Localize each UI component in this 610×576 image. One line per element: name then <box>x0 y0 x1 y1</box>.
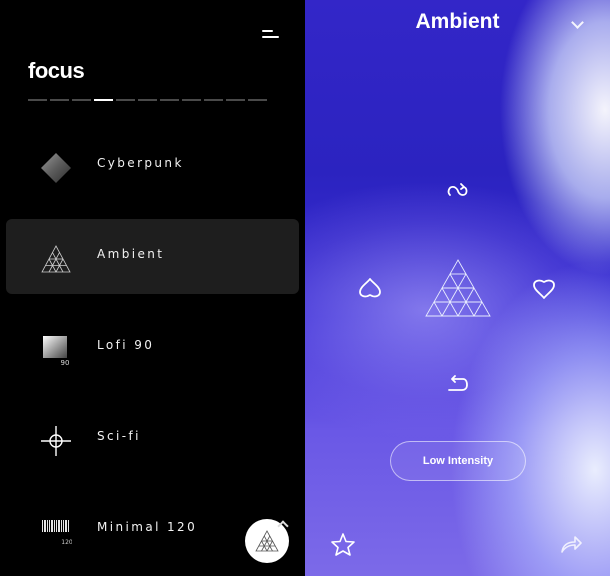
loop-next-icon[interactable] <box>446 181 470 201</box>
menu-icon[interactable] <box>262 28 280 40</box>
sound-item-ambient[interactable]: Ambient <box>6 219 299 294</box>
sound-list-panel: focus Cyberpunk Ambient 90 Lofi 90 Sci-f… <box>0 0 305 576</box>
diamond-icon <box>40 152 72 184</box>
progress-segment <box>204 99 223 101</box>
share-icon[interactable] <box>560 534 582 554</box>
barcode-icon: 120 <box>40 516 73 548</box>
sound-item-label: Minimal 120 <box>97 520 198 534</box>
progress-segment <box>226 99 245 101</box>
sound-item-cyberpunk[interactable]: Cyberpunk <box>6 128 299 203</box>
intensity-button[interactable]: Low Intensity <box>390 441 526 481</box>
progress-segment <box>182 99 201 101</box>
app-logo: focus <box>28 58 85 83</box>
icon-caption: 90 <box>61 359 70 366</box>
sound-list: Cyberpunk Ambient 90 Lofi 90 Sci-fi 120 … <box>6 128 299 576</box>
sound-item-label: Lofi 90 <box>97 338 155 352</box>
lofi-noise-icon: 90 <box>40 334 72 367</box>
sound-item-label: Cyberpunk <box>97 156 184 170</box>
sound-item-label: Sci-fi <box>97 429 141 443</box>
progress-segment-active <box>94 99 113 101</box>
pyramid-mesh-icon <box>255 530 279 552</box>
progress-segment <box>248 99 267 101</box>
pyramid-mesh-icon <box>40 243 72 275</box>
progress-segment <box>116 99 135 101</box>
crosshair-icon <box>40 425 72 457</box>
now-playing-title: Ambient <box>415 10 500 33</box>
app: focus Cyberpunk Ambient 90 Lofi 90 Sci-f… <box>0 0 610 576</box>
sound-item-lofi-90[interactable]: 90 Lofi 90 <box>6 310 299 385</box>
progress-indicator <box>28 99 267 101</box>
pyramid-mesh-art <box>425 259 491 317</box>
now-playing-panel: Ambient Low Intensity <box>305 0 610 576</box>
heart-icon[interactable] <box>532 278 556 300</box>
sound-item-label: Ambient <box>97 247 165 261</box>
progress-segment <box>50 99 69 101</box>
dislike-icon[interactable] <box>358 277 382 299</box>
icon-caption: 120 <box>61 539 72 546</box>
progress-segment <box>28 99 47 101</box>
star-icon[interactable] <box>331 533 355 556</box>
sound-item-sci-fi[interactable]: Sci-fi <box>6 401 299 476</box>
progress-segment <box>160 99 179 101</box>
replay-icon[interactable] <box>445 374 469 394</box>
progress-segment <box>72 99 91 101</box>
progress-segment <box>138 99 157 101</box>
